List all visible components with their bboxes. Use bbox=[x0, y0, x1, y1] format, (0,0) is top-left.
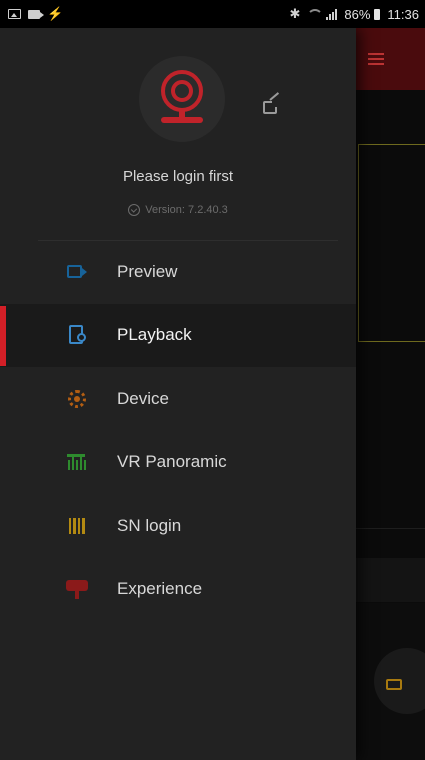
battery-icon bbox=[374, 8, 381, 20]
vr-panorama-icon bbox=[66, 452, 88, 472]
status-bar: ⚡ ✱ 86% 11:36 bbox=[0, 0, 425, 28]
version-info: Version: 7.2.40.3 bbox=[0, 204, 356, 216]
background-app bbox=[356, 28, 425, 760]
bluetooth-icon: ✱ bbox=[289, 6, 301, 21]
share-icon[interactable] bbox=[263, 92, 281, 114]
webcam-icon bbox=[155, 70, 209, 128]
image-icon bbox=[8, 9, 21, 19]
hamburger-menu-icon[interactable] bbox=[368, 53, 384, 65]
menu-item-vr-panoramic[interactable]: VR Panoramic bbox=[0, 431, 356, 495]
video-camera-icon bbox=[386, 679, 402, 690]
navigation-drawer: Please login first Version: 7.2.40.3 Pre… bbox=[0, 28, 356, 760]
video-icon bbox=[28, 9, 44, 19]
barcode-icon bbox=[66, 516, 88, 536]
menu-item-label: Preview bbox=[117, 261, 178, 281]
status-bar-right: ✱ 86% 11:36 bbox=[289, 6, 419, 22]
menu-item-label: Experience bbox=[117, 579, 203, 599]
menu-item-label: PLayback bbox=[117, 325, 192, 345]
playback-file-icon bbox=[66, 325, 88, 345]
gear-icon bbox=[66, 389, 88, 409]
background-toolbar bbox=[356, 558, 425, 602]
preview-window-frame[interactable] bbox=[358, 144, 425, 342]
menu-item-preview[interactable]: Preview bbox=[0, 240, 356, 304]
active-indicator bbox=[0, 305, 6, 366]
menu-item-label: VR Panoramic bbox=[117, 452, 227, 472]
menu-item-label: SN login bbox=[117, 515, 182, 535]
login-prompt[interactable]: Please login first bbox=[0, 168, 356, 185]
usb-icon: ⚡ bbox=[47, 6, 64, 21]
menu-item-experience[interactable]: Experience bbox=[0, 558, 356, 622]
check-circle-icon bbox=[128, 204, 141, 216]
wifi-icon bbox=[307, 9, 324, 19]
divider bbox=[356, 528, 425, 529]
battery-percent: 86% bbox=[344, 6, 371, 22]
clock: 11:36 bbox=[387, 6, 419, 22]
avatar[interactable] bbox=[139, 56, 225, 142]
menu-item-device[interactable]: Device bbox=[0, 367, 356, 431]
version-text: Version: 7.2.40.3 bbox=[145, 204, 228, 216]
menu-item-sn-login[interactable]: SN login bbox=[0, 494, 356, 558]
menu-item-label: Device bbox=[117, 388, 169, 408]
video-camera-icon bbox=[66, 262, 88, 282]
drawer-menu: Preview PLayback Device VR Panoramic SN … bbox=[0, 240, 356, 621]
experience-sign-icon bbox=[66, 579, 88, 600]
signal-icon bbox=[326, 8, 338, 20]
background-app-header bbox=[356, 28, 425, 90]
menu-item-playback[interactable]: PLayback bbox=[0, 303, 356, 367]
status-bar-left: ⚡ bbox=[8, 6, 63, 22]
screen: ⚡ ✱ 86% 11:36 Please login first Version… bbox=[0, 0, 425, 760]
